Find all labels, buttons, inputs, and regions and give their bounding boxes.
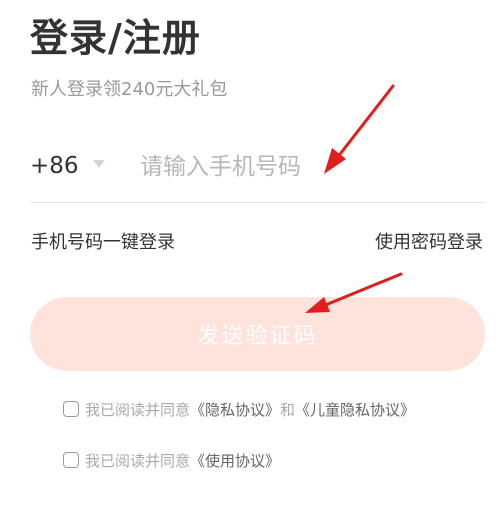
one-click-login-link[interactable]: 手机号码一键登录 bbox=[31, 229, 175, 257]
send-code-button[interactable]: 发送验证码 bbox=[30, 297, 485, 371]
usage-policy-link[interactable]: 《使用协议》 bbox=[190, 450, 280, 471]
child-privacy-policy-link[interactable]: 《儿童隐私协议》 bbox=[295, 399, 415, 420]
input-divider bbox=[30, 202, 485, 203]
agreement-prefix: 我已阅读并同意 bbox=[85, 451, 191, 470]
privacy-agreement-row: 我已阅读并同意 《隐私协议》 和 《儿童隐私协议》 bbox=[63, 396, 415, 422]
usage-agreement-row: 我已阅读并同意 《使用协议》 bbox=[63, 447, 280, 473]
privacy-policy-link[interactable]: 《隐私协议》 bbox=[190, 399, 280, 420]
privacy-agreement-checkbox[interactable] bbox=[63, 401, 79, 417]
country-code-selector[interactable]: +86 bbox=[30, 150, 79, 182]
promo-subtitle: 新人登录领240元大礼包 bbox=[31, 79, 228, 100]
agreement-conjunction: 和 bbox=[280, 400, 296, 419]
triangle-down-icon[interactable] bbox=[92, 157, 106, 171]
phone-input-row: +86 bbox=[0, 130, 501, 202]
phone-number-input[interactable] bbox=[140, 148, 480, 186]
agreement-prefix: 我已阅读并同意 bbox=[85, 400, 191, 419]
password-login-link[interactable]: 使用密码登录 bbox=[375, 229, 483, 257]
page-title: 登录/注册 bbox=[30, 16, 201, 60]
usage-agreement-checkbox[interactable] bbox=[63, 452, 79, 468]
